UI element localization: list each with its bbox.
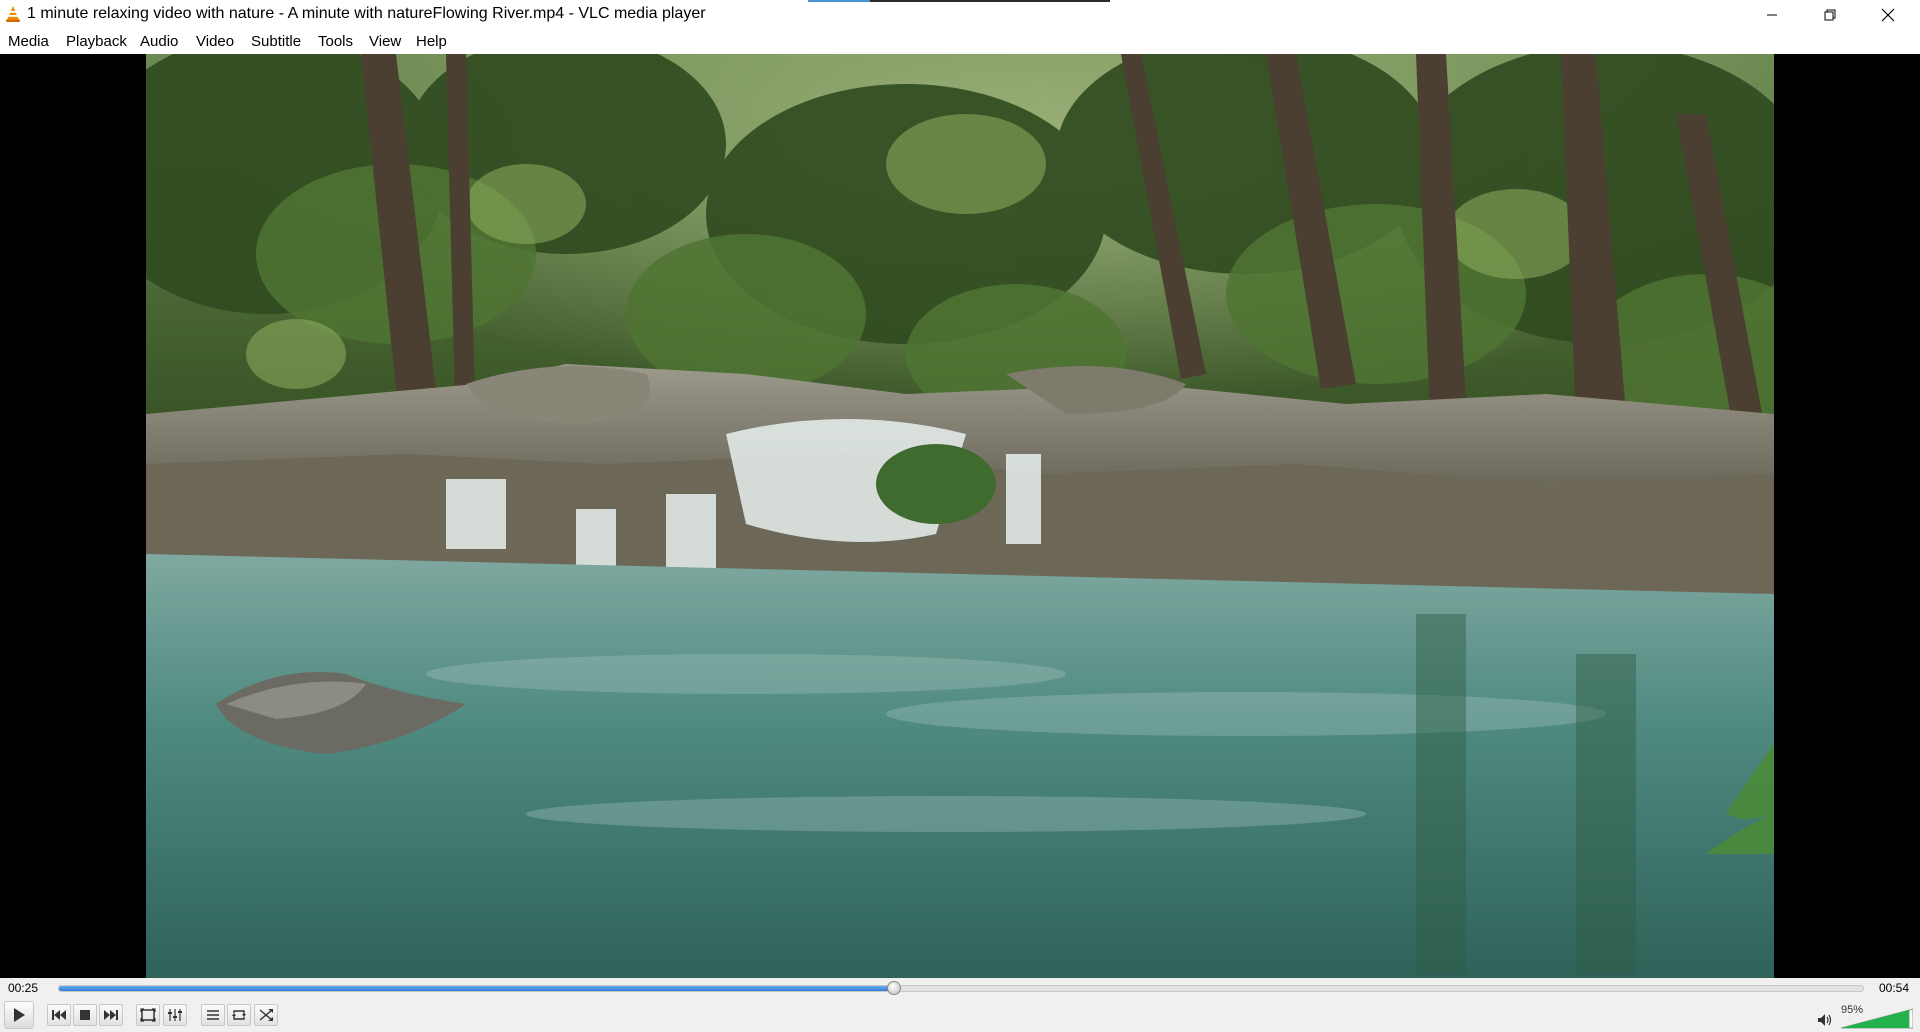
restore-icon [1824, 9, 1836, 20]
loop-button[interactable] [227, 1004, 251, 1026]
play-button[interactable] [4, 1001, 34, 1029]
next-icon [104, 1010, 118, 1020]
menu-audio[interactable]: Audio [140, 33, 178, 50]
menu-playback[interactable]: Playback [66, 33, 127, 50]
extended-settings-icon [168, 1009, 182, 1021]
restore-button[interactable] [1801, 0, 1859, 29]
video-frame [146, 54, 1774, 978]
window-title: 1 minute relaxing video with nature - A … [27, 5, 706, 22]
minimize-button[interactable] [1743, 0, 1801, 29]
stop-icon [80, 1010, 90, 1020]
menu-subtitle[interactable]: Subtitle [251, 33, 301, 50]
seek-handle[interactable] [887, 981, 902, 995]
previous-button[interactable] [47, 1004, 71, 1026]
volume-percent: 95% [1841, 1004, 1864, 1016]
fullscreen-button[interactable] [136, 1004, 160, 1026]
title-accent-strip [808, 0, 1110, 2]
speaker-icon[interactable] [1817, 1013, 1833, 1027]
title-bar: 1 minute relaxing video with nature - A … [0, 0, 1920, 29]
total-time[interactable]: 00:54 [1879, 981, 1909, 995]
elapsed-time[interactable]: 00:25 [8, 981, 38, 995]
menu-view[interactable]: View [369, 33, 401, 50]
forest-waterfall-frame [146, 54, 1774, 978]
stop-button[interactable] [73, 1004, 97, 1026]
vlc-cone-icon [6, 6, 20, 22]
playlist-button[interactable] [201, 1004, 225, 1026]
menu-media[interactable]: Media [8, 33, 49, 50]
shuffle-button[interactable] [254, 1004, 278, 1026]
playlist-icon [207, 1010, 219, 1020]
extended-settings-button[interactable] [163, 1004, 187, 1026]
shuffle-icon [259, 1009, 273, 1021]
previous-icon [52, 1010, 66, 1020]
seek-slider[interactable] [58, 985, 1864, 992]
loop-icon [232, 1010, 246, 1020]
menu-help[interactable]: Help [416, 33, 447, 50]
close-button[interactable] [1859, 0, 1917, 29]
menu-bar: Media Playback Audio Video Subtitle Tool… [0, 29, 1920, 54]
video-output[interactable] [0, 54, 1920, 978]
close-icon [1881, 8, 1895, 21]
fullscreen-icon [140, 1008, 156, 1022]
menu-tools[interactable]: Tools [318, 33, 353, 50]
menu-video[interactable]: Video [196, 33, 234, 50]
seek-bar-row: 00:25 00:54 [0, 978, 1920, 998]
play-icon [14, 1008, 25, 1022]
controls-bar [0, 998, 1920, 1032]
next-button[interactable] [99, 1004, 123, 1026]
seek-progress-fill [59, 986, 895, 991]
minimize-icon [1767, 14, 1777, 15]
volume-control[interactable]: 95% [1817, 1004, 1917, 1030]
